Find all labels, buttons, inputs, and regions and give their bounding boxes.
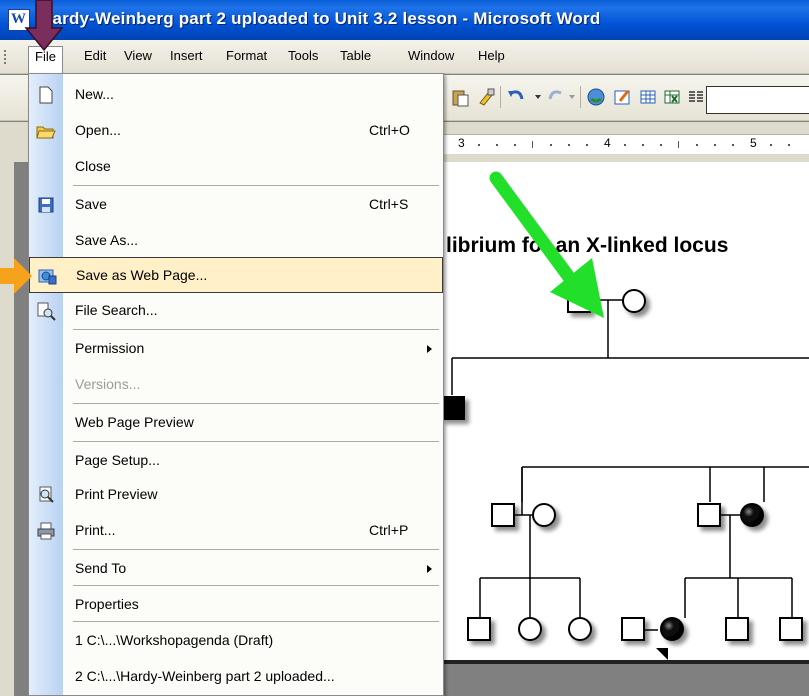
ruler-tick xyxy=(696,144,698,146)
window-title: Hardy-Weinberg part 2 uploaded to Unit 3… xyxy=(40,9,601,28)
submenu-arrow-icon xyxy=(427,345,432,353)
format-painter-icon[interactable] xyxy=(476,87,496,107)
title-bar: Hardy-Weinberg part 2 uploaded to Unit 3… xyxy=(0,0,809,40)
ruler-tick xyxy=(660,144,662,146)
menu-item-save-as-web-page[interactable]: Save as Web Page... xyxy=(29,257,443,293)
menu-separator xyxy=(73,441,439,442)
menu-item-send-to[interactable]: Send To xyxy=(29,551,443,587)
purple-arrow-icon xyxy=(24,0,64,52)
menu-help[interactable]: Help xyxy=(472,46,511,68)
page-marker-icon xyxy=(656,648,668,660)
menu-item-print[interactable]: Print... Ctrl+P xyxy=(29,513,443,549)
menu-item-save-as[interactable]: Save As... xyxy=(29,223,443,259)
menu-separator xyxy=(73,329,439,330)
menu-separator xyxy=(73,585,439,586)
ruler-mark-3: 3 xyxy=(458,136,465,150)
columns-icon[interactable] xyxy=(686,87,706,107)
toolbar-separator xyxy=(580,86,581,108)
new-document-icon xyxy=(39,86,53,104)
hyperlink-icon[interactable] xyxy=(586,87,606,107)
menu-separator xyxy=(73,185,439,186)
menu-view[interactable]: View xyxy=(118,46,158,68)
menu-window[interactable]: Window xyxy=(402,46,460,68)
ruler-tick xyxy=(514,144,516,146)
menu-item-close[interactable]: Close xyxy=(29,149,443,185)
save-web-page-icon xyxy=(38,269,57,285)
menu-separator xyxy=(73,621,439,622)
submenu-arrow-icon xyxy=(427,565,432,573)
pedigree-female xyxy=(622,289,646,313)
ruler-tick xyxy=(788,144,790,146)
toolbar-grip-icon[interactable] xyxy=(4,50,7,64)
menu-format[interactable]: Format xyxy=(220,46,273,68)
print-preview-icon xyxy=(39,486,54,503)
insert-excel-icon[interactable] xyxy=(662,87,682,107)
orange-arrow-icon xyxy=(0,258,32,294)
ruler-tick xyxy=(586,144,588,146)
menu-item-open[interactable]: Open... Ctrl+O xyxy=(29,113,443,149)
ruler-tick xyxy=(642,144,644,146)
menu-item-file-search[interactable]: File Search... xyxy=(29,293,443,329)
toolbar-separator xyxy=(500,86,501,108)
menu-item-permission[interactable]: Permission xyxy=(29,331,443,367)
ruler-tick xyxy=(770,144,772,146)
ruler-tick xyxy=(714,144,716,146)
open-folder-icon xyxy=(36,126,56,139)
file-menu-dropdown: New... Open... Ctrl+O Close Save Ctrl+S … xyxy=(28,73,444,696)
insert-table-icon[interactable] xyxy=(638,87,658,107)
floppy-disk-icon xyxy=(38,197,54,213)
menu-item-properties[interactable]: Properties xyxy=(29,587,443,623)
menu-item-new[interactable]: New... xyxy=(29,77,443,113)
menu-item-recent-file-2[interactable]: 2 C:\...\Hardy-Weinberg part 2 uploaded.… xyxy=(29,659,443,695)
undo-dropdown-icon[interactable] xyxy=(528,87,548,107)
printer-icon xyxy=(37,522,55,540)
pedigree-affected-male xyxy=(441,396,465,420)
undo-icon[interactable] xyxy=(506,87,526,107)
ruler-tick xyxy=(678,141,679,148)
menu-item-recent-file-1[interactable]: 1 C:\...\Workshopagenda (Draft) xyxy=(29,623,443,659)
ruler-tick xyxy=(532,141,533,148)
ruler-mark-4: 4 xyxy=(604,136,611,150)
ruler-tick xyxy=(550,144,552,146)
menu-item-print-preview[interactable]: Print Preview xyxy=(29,477,443,513)
ruler-tick xyxy=(568,144,570,146)
pedigree-diagram xyxy=(441,289,809,641)
page-bottom-border xyxy=(440,660,809,664)
menu-item-save[interactable]: Save Ctrl+S xyxy=(29,187,443,223)
ruler-tick xyxy=(496,144,498,146)
menu-separator xyxy=(73,549,439,550)
ruler-tick xyxy=(732,144,734,146)
toolbar-overflow xyxy=(706,86,809,114)
menu-item-page-setup[interactable]: Page Setup... xyxy=(29,443,443,479)
file-search-icon xyxy=(37,302,56,321)
menu-separator xyxy=(73,403,439,404)
menu-edit[interactable]: Edit xyxy=(78,46,112,68)
tables-borders-icon[interactable] xyxy=(612,87,632,107)
menu-item-web-page-preview[interactable]: Web Page Preview xyxy=(29,405,443,441)
paste-icon[interactable] xyxy=(450,87,470,107)
redo-dropdown-icon[interactable] xyxy=(562,87,582,107)
ruler-tick xyxy=(624,144,626,146)
menu-table[interactable]: Table xyxy=(334,46,377,68)
green-arrow-icon xyxy=(489,171,604,318)
ruler-tick xyxy=(478,144,480,146)
ruler-mark-5: 5 xyxy=(750,136,757,150)
menu-insert[interactable]: Insert xyxy=(164,46,209,68)
menu-item-versions: Versions... xyxy=(75,376,141,392)
left-margin-strip xyxy=(0,122,14,696)
menu-bar: File Edit View Insert Format Tools Table… xyxy=(0,40,809,74)
menu-tools[interactable]: Tools xyxy=(282,46,324,68)
